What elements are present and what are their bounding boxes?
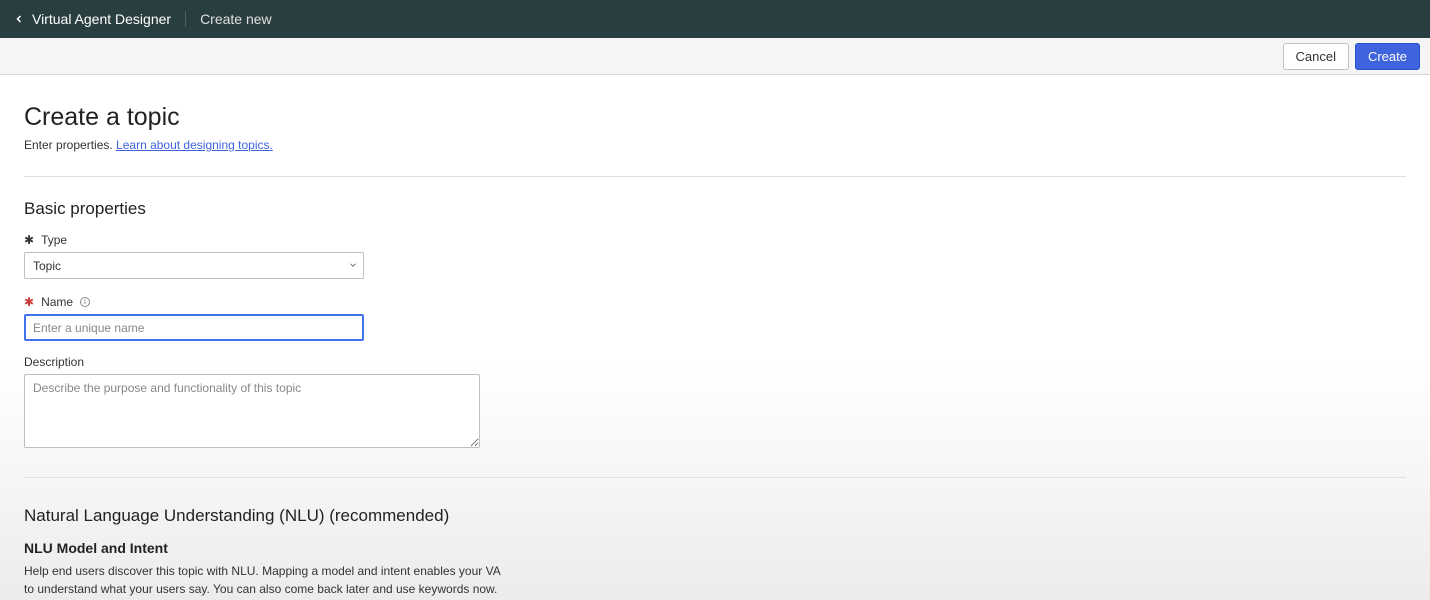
divider: [24, 477, 1406, 478]
name-input[interactable]: [24, 314, 364, 341]
nlu-subtitle: NLU Model and Intent: [24, 540, 1406, 556]
name-label-text: Name: [41, 295, 73, 309]
nlu-body-text: Help end users discover this topic with …: [24, 564, 500, 596]
divider: [24, 176, 1406, 177]
type-label: ✱ Type: [24, 233, 1406, 247]
type-select[interactable]: Topic: [24, 252, 364, 279]
content-area: Create a topic Enter properties. Learn a…: [0, 75, 1430, 600]
basic-properties-title: Basic properties: [24, 199, 1406, 219]
learn-topics-link[interactable]: Learn about designing topics.: [116, 138, 273, 152]
nlu-section: Natural Language Understanding (NLU) (re…: [24, 506, 1406, 600]
back-icon[interactable]: [10, 10, 28, 28]
breadcrumb: Create new: [200, 11, 272, 27]
description-textarea[interactable]: [24, 374, 480, 448]
nlu-body: Help end users discover this topic with …: [24, 562, 504, 600]
info-icon[interactable]: [78, 296, 91, 309]
subtitle-text: Enter properties.: [24, 138, 116, 152]
page-title: Create a topic: [24, 103, 1406, 132]
top-bar: Virtual Agent Designer Create new: [0, 0, 1430, 38]
app-name[interactable]: Virtual Agent Designer: [32, 11, 186, 27]
action-bar: Cancel Create: [0, 38, 1430, 75]
type-select-wrap: Topic: [24, 252, 364, 279]
description-label-text: Description: [24, 355, 84, 369]
required-icon: ✱: [24, 233, 34, 247]
type-label-text: Type: [41, 233, 67, 247]
page-subtitle: Enter properties. Learn about designing …: [24, 138, 1406, 152]
nlu-title: Natural Language Understanding (NLU) (re…: [24, 506, 1406, 526]
name-label: ✱ Name: [24, 295, 1406, 309]
create-button[interactable]: Create: [1355, 43, 1420, 70]
cancel-button[interactable]: Cancel: [1283, 43, 1349, 70]
required-icon: ✱: [24, 295, 34, 309]
description-label: Description: [24, 355, 1406, 369]
